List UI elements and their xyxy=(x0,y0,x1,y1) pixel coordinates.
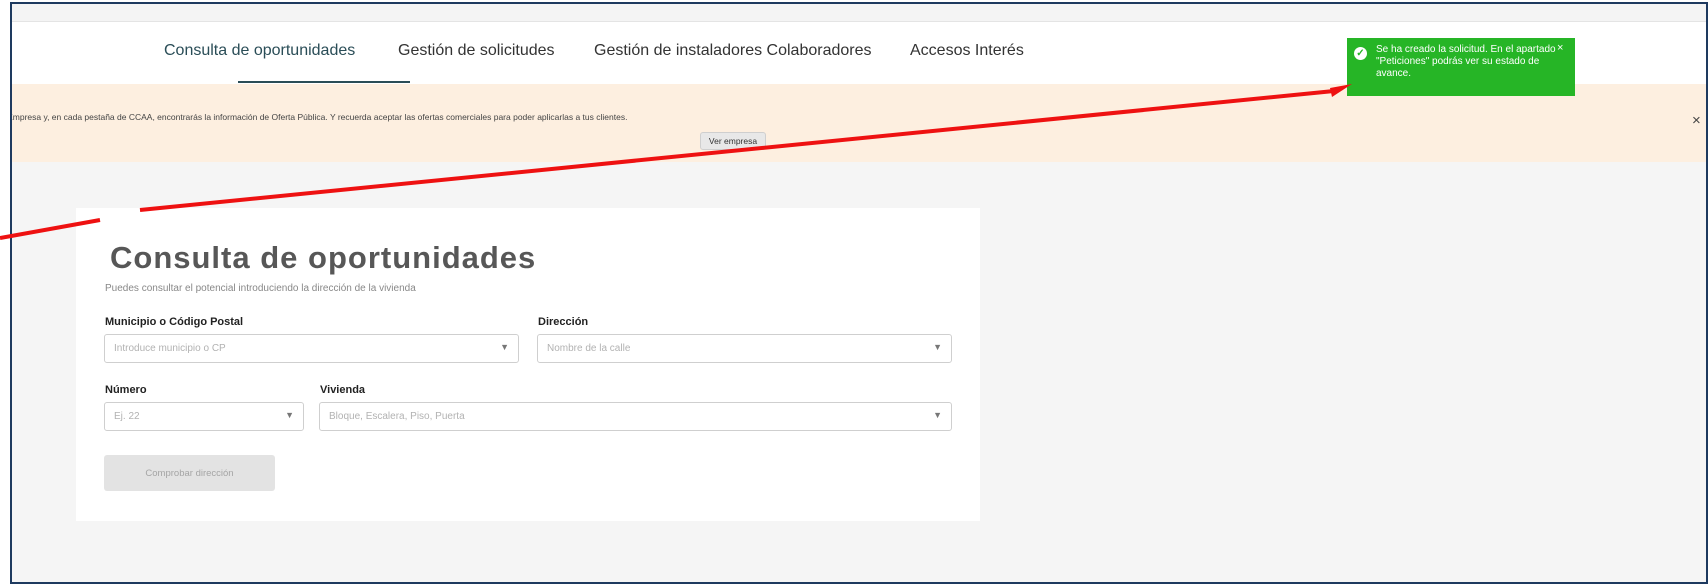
caret-down-icon: ▼ xyxy=(933,342,942,352)
numero-placeholder: Ej. 22 xyxy=(114,411,140,422)
ver-empresa-button[interactable]: Ver empresa xyxy=(700,132,766,150)
active-tab-indicator xyxy=(238,81,410,83)
direccion-select[interactable]: Nombre de la calle ▼ xyxy=(537,334,952,363)
vivienda-placeholder: Bloque, Escalera, Piso, Puerta xyxy=(329,411,465,422)
direccion-placeholder: Nombre de la calle xyxy=(547,343,631,354)
caret-down-icon: ▼ xyxy=(933,410,942,420)
direccion-label: Dirección xyxy=(538,316,589,328)
close-icon[interactable]: × xyxy=(1692,112,1701,129)
success-toast: ✓ Se ha creado la solicitud. En el apart… xyxy=(1347,38,1575,96)
page-subtitle: Puedes consultar el potencial introducie… xyxy=(105,283,416,294)
top-strip xyxy=(12,4,1706,22)
caret-down-icon: ▼ xyxy=(500,342,509,352)
municipio-select[interactable]: Introduce municipio o CP ▼ xyxy=(104,334,519,363)
close-icon[interactable]: × xyxy=(1557,42,1563,54)
tab-gestion-instaladores[interactable]: Gestión de instaladores Colaboradores xyxy=(594,42,872,60)
caret-down-icon: ▼ xyxy=(285,410,294,420)
app-window: Consulta de oportunidades Gestión de sol… xyxy=(10,2,1708,584)
toast-message: Se ha creado la solicitud. En el apartad… xyxy=(1376,44,1556,79)
vivienda-label: Vivienda xyxy=(320,384,366,396)
address-form-card: Consulta de oportunidades Puedes consult… xyxy=(76,208,980,521)
numero-label: Número xyxy=(105,384,147,396)
vivienda-select[interactable]: Bloque, Escalera, Piso, Puerta ▼ xyxy=(319,402,952,431)
tab-consulta-oportunidades[interactable]: Consulta de oportunidades xyxy=(164,42,355,60)
tab-gestion-solicitudes[interactable]: Gestión de solicitudes xyxy=(398,42,555,60)
municipio-label: Municipio o Código Postal xyxy=(105,316,244,328)
comprobar-direccion-button[interactable]: Comprobar dirección xyxy=(104,455,275,491)
page-title: Consulta de oportunidades xyxy=(110,240,537,275)
banner-text: e Empresa y, en cada pestaña de CCAA, en… xyxy=(10,112,628,122)
tab-accesos-interes[interactable]: Accesos Interés xyxy=(910,42,1024,60)
numero-select[interactable]: Ej. 22 ▼ xyxy=(104,402,304,431)
municipio-placeholder: Introduce municipio o CP xyxy=(114,343,226,354)
check-circle-icon: ✓ xyxy=(1354,47,1367,60)
